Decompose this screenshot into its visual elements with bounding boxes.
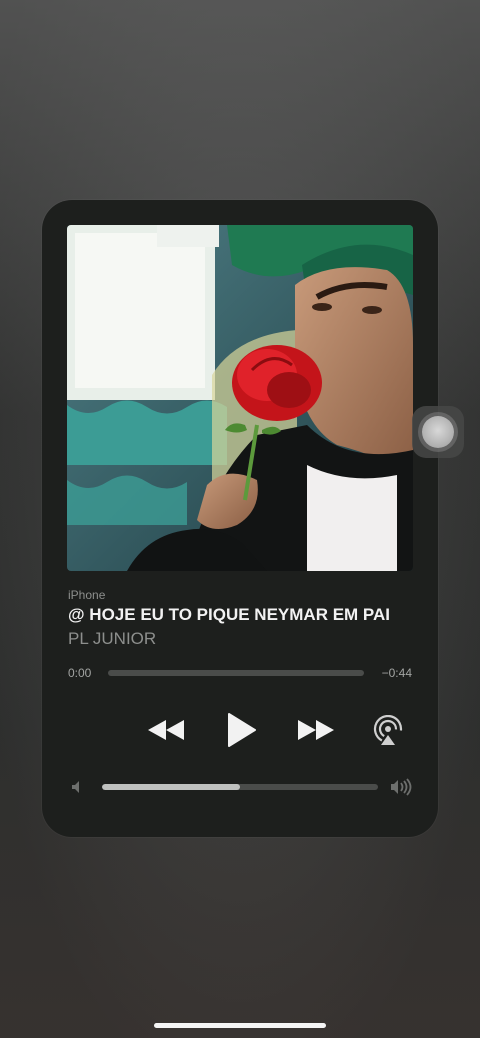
track-title: @ HOJE EU TO PIQUE NEYMAR EM PAI [68, 605, 390, 624]
rewind-button[interactable] [142, 712, 190, 748]
volume-fill [102, 784, 240, 790]
fast-forward-icon [298, 720, 334, 740]
airplay-icon [373, 715, 403, 745]
speaker-high-icon [390, 778, 414, 796]
rewind-icon [148, 720, 184, 740]
track-artist: PL JUNIOR [68, 629, 157, 648]
time-remaining: −0:44 [381, 666, 412, 680]
album-artwork [67, 225, 413, 571]
assistive-touch-button[interactable] [412, 406, 464, 458]
time-elapsed: 0:00 [68, 666, 92, 680]
progress-scrubber[interactable] [108, 670, 364, 676]
fast-forward-button[interactable] [292, 712, 340, 748]
speaker-low-icon [70, 780, 84, 794]
playback-source: iPhone [68, 588, 106, 602]
now-playing-card: iPhone @ HOJE EU TO PIQUE NEYMAR EM PAI … [42, 200, 438, 837]
play-button[interactable] [220, 708, 264, 752]
volume-slider[interactable] [102, 784, 378, 790]
airplay-button[interactable] [370, 714, 406, 748]
play-icon [228, 713, 256, 747]
home-indicator[interactable] [154, 1023, 326, 1028]
assistive-touch-icon [422, 416, 454, 448]
